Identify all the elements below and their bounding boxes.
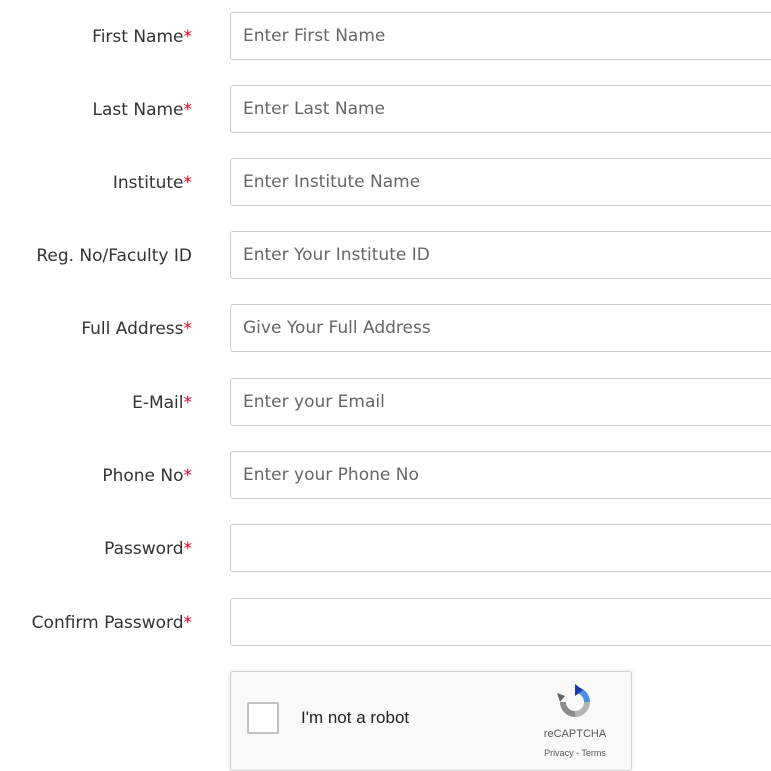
email-label-text: E-Mail [132, 393, 184, 413]
recaptcha-logo-icon [557, 684, 590, 717]
required-asterisk: * [183, 539, 193, 559]
confirm-password-label: Confirm Password* [32, 598, 192, 648]
institute-label: Institute* [113, 158, 192, 208]
recaptcha-brand: reCAPTCHA [543, 728, 607, 740]
recaptcha-label: I'm not a robot [301, 708, 410, 727]
email-input[interactable] [230, 378, 771, 426]
required-asterisk: * [183, 100, 193, 120]
field-row-reg-no: Reg. No/Faculty ID [0, 231, 771, 281]
recaptcha-widget: I'm not a robot reCAPTCHA Privacy - Term… [230, 671, 632, 771]
field-row-full-address: Full Address* [0, 304, 771, 354]
required-asterisk: * [183, 173, 193, 193]
confirm-password-input[interactable] [230, 598, 771, 646]
field-row-first-name: First Name* [0, 12, 771, 62]
institute-input[interactable] [230, 158, 771, 206]
full-address-input[interactable] [230, 304, 771, 352]
terms-link[interactable]: Terms [581, 748, 606, 758]
confirm-password-label-text: Confirm Password [31, 613, 184, 633]
required-asterisk: * [183, 466, 193, 486]
first-name-input[interactable] [230, 12, 771, 60]
recaptcha-checkbox[interactable] [247, 702, 279, 734]
email-label: E-Mail* [132, 378, 192, 428]
required-asterisk: * [183, 319, 193, 339]
reg-no-input[interactable] [230, 231, 771, 279]
last-name-input[interactable] [230, 85, 771, 133]
field-row-confirm-password: Confirm Password* [0, 598, 771, 648]
institute-label-text: Institute [112, 173, 184, 193]
field-row-phone: Phone No* [0, 451, 771, 501]
privacy-link[interactable]: Privacy [544, 748, 574, 758]
field-row-institute: Institute* [0, 158, 771, 208]
phone-input[interactable] [230, 451, 771, 499]
required-asterisk: * [183, 393, 193, 413]
full-address-label-text: Full Address [81, 319, 184, 339]
recaptcha-links: Privacy - Terms [531, 748, 619, 758]
field-row-last-name: Last Name* [0, 85, 771, 135]
reg-no-label: Reg. No/Faculty ID [36, 231, 192, 281]
password-label: Password* [104, 524, 192, 574]
first-name-label-text: First Name [92, 27, 184, 47]
full-address-label: Full Address* [81, 304, 192, 354]
field-row-email: E-Mail* [0, 378, 771, 428]
field-row-password: Password* [0, 524, 771, 574]
required-asterisk: * [183, 613, 193, 633]
last-name-label: Last Name* [93, 85, 192, 135]
required-asterisk: * [183, 27, 193, 47]
reg-no-label-text: Reg. No/Faculty ID [36, 246, 192, 266]
phone-label: Phone No* [102, 451, 192, 501]
phone-label-text: Phone No [102, 466, 184, 486]
last-name-label-text: Last Name [92, 100, 184, 120]
first-name-label: First Name* [92, 12, 192, 62]
password-label-text: Password [104, 539, 184, 559]
password-input[interactable] [230, 524, 771, 572]
